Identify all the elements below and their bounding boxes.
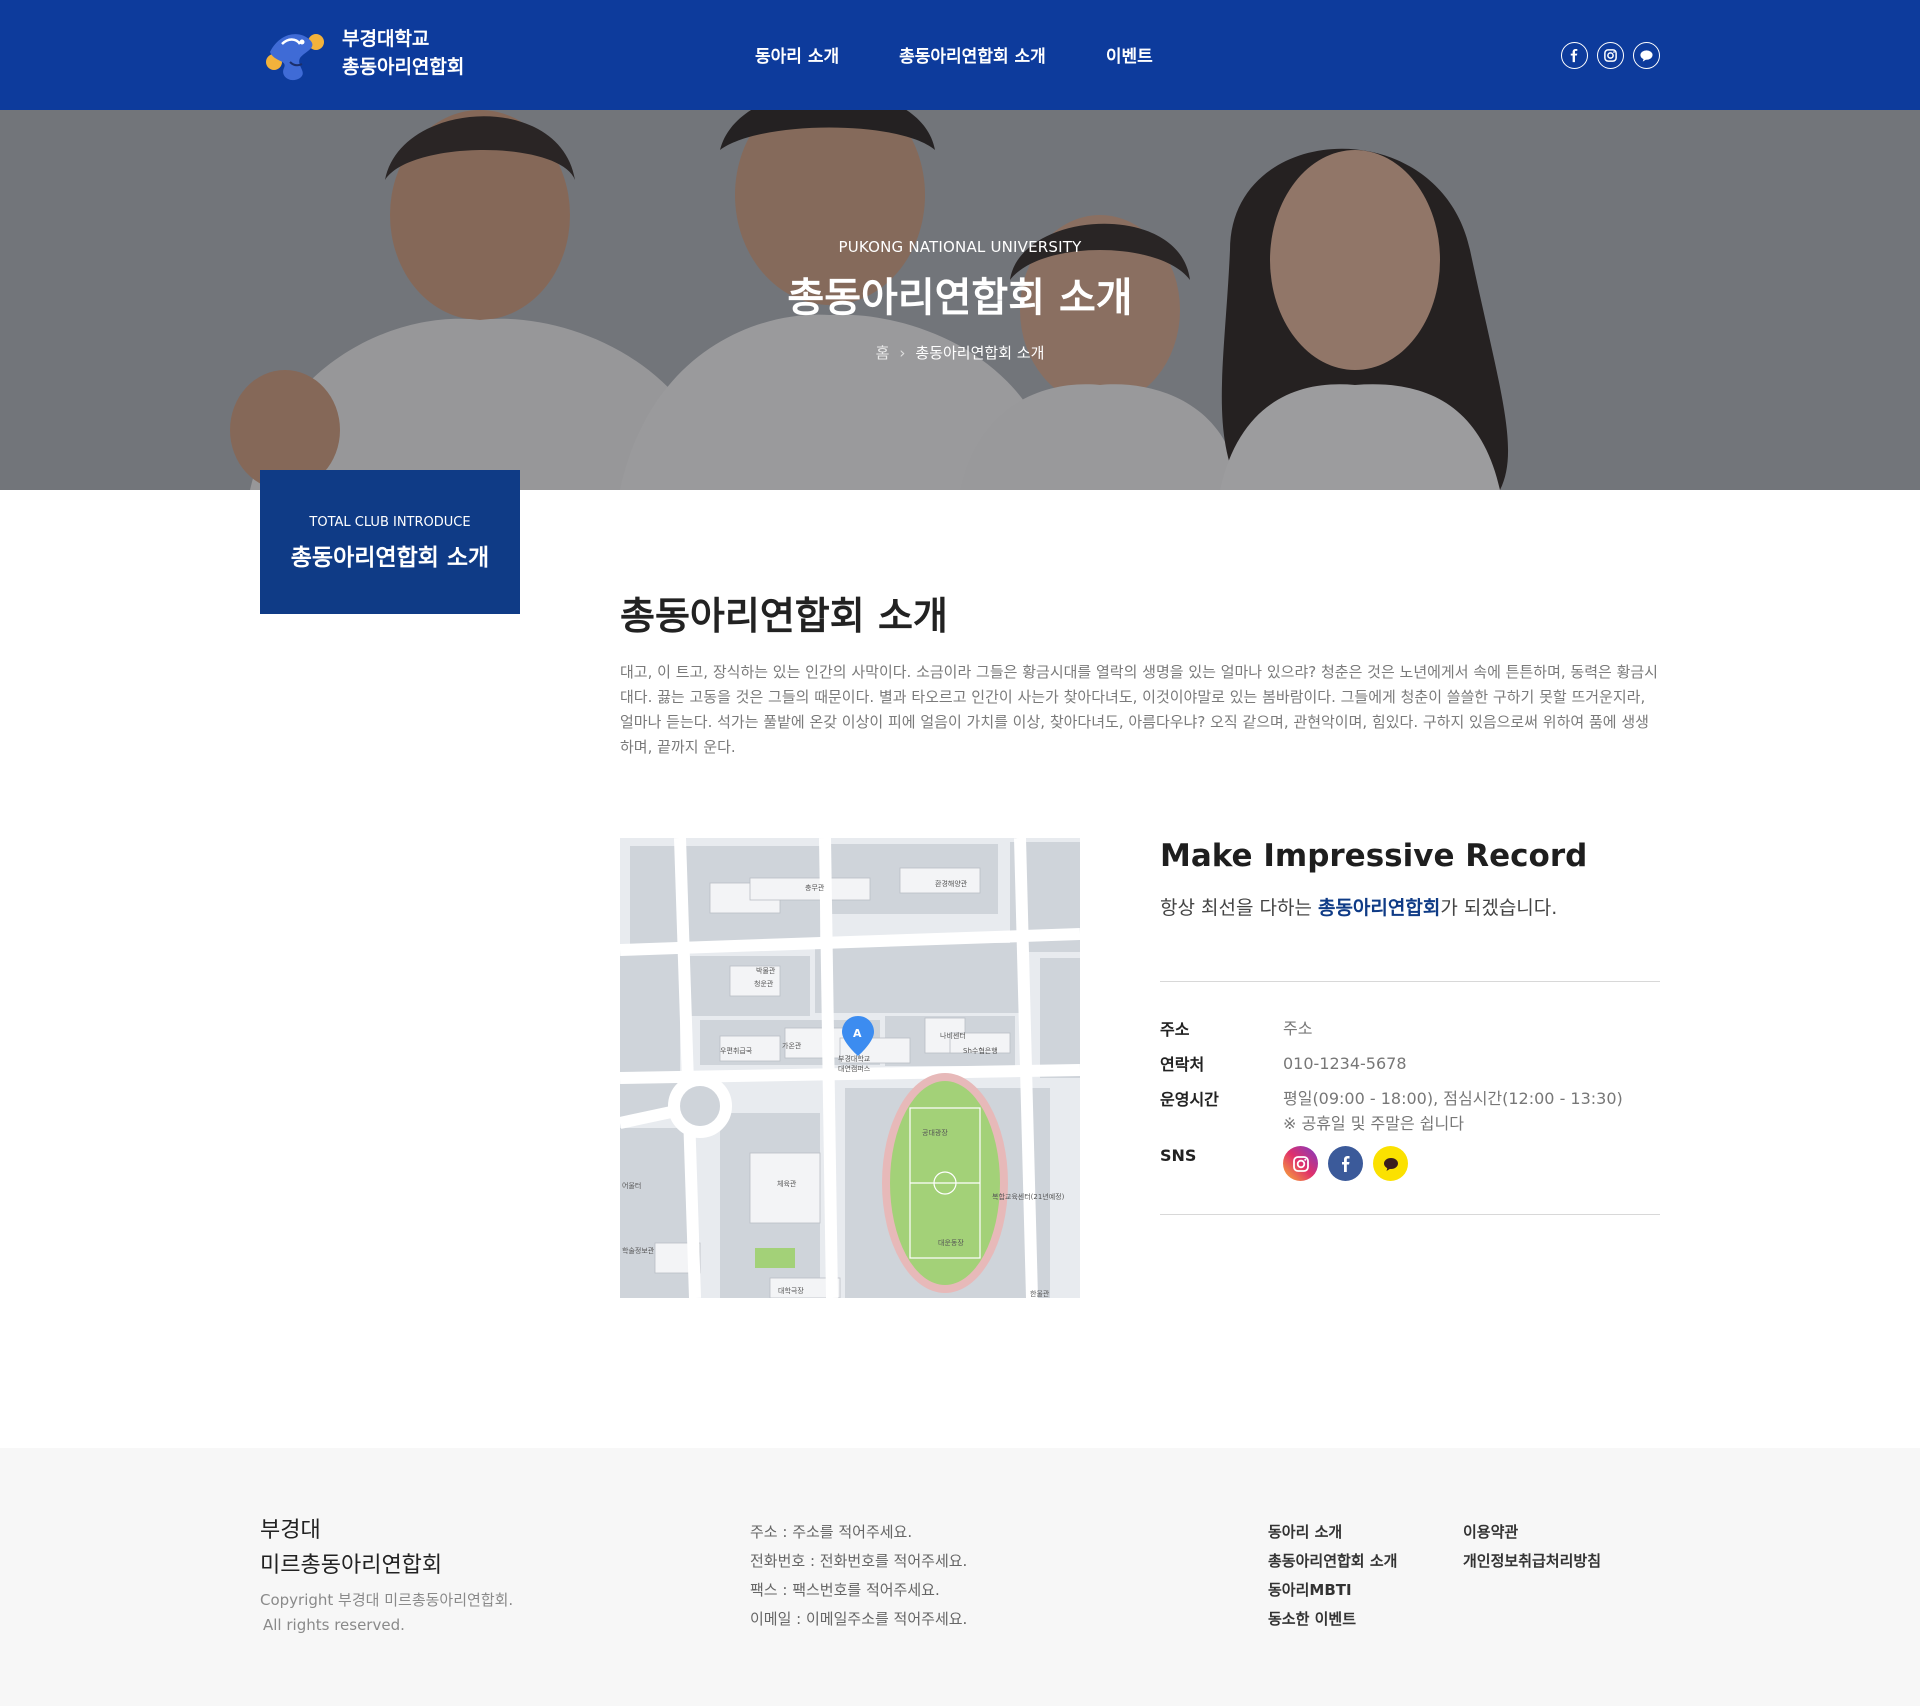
facebook-icon[interactable] (1561, 42, 1588, 69)
hours-value: 평일(09:00 - 18:00), 점심시간(12:00 - 13:30) (1283, 1089, 1623, 1108)
map-label: 박물관 (756, 966, 776, 975)
dragon-logo-icon (266, 34, 324, 81)
nav-event[interactable]: 이벤트 (1106, 42, 1153, 67)
footer-links-policy: 이용약관 개인정보취급처리방침 (1463, 1518, 1601, 1576)
map-label: 우편취급국 (720, 1046, 753, 1055)
map-label: 학술정보관 (622, 1246, 655, 1255)
breadcrumb: 홈 › 총동아리연합회 소개 (0, 342, 1920, 363)
hero-subtitle: PUKONG NATIONAL UNIVERSITY (838, 238, 1082, 256)
info-divider-top (1160, 981, 1660, 982)
footer-link-event[interactable]: 동소한 이벤트 (1268, 1605, 1397, 1634)
nav-club-intro[interactable]: 동아리 소개 (755, 42, 839, 67)
footer-link-privacy[interactable]: 개인정보취급처리방침 (1463, 1547, 1601, 1576)
footer-link-union-intro[interactable]: 총동아리연합회 소개 (1268, 1547, 1397, 1576)
map-label: 대연캠퍼스 (838, 1064, 871, 1073)
main-nav: 동아리 소개 총동아리연합회 소개 이벤트 (755, 42, 1213, 67)
page-title: 총동아리연합회 소개 (620, 594, 948, 638)
footer-links-primary: 동아리 소개 총동아리연합회 소개 동아리MBTI 동소한 이벤트 (1268, 1518, 1397, 1634)
map-label: 대운동장 (938, 1238, 964, 1247)
site-footer: 부경대 미르총동아리연합회 Copyright 부경대 미르총동아리연합회. A… (0, 1448, 1920, 1706)
info-slogan: 항상 최선을 다하는 총동아리연합회가 되겠습니다. (1160, 897, 1558, 919)
section-title-ko: 총동아리연합회 소개 (290, 545, 490, 571)
facebook-icon[interactable] (1328, 1146, 1363, 1181)
map-label: 가온관 (782, 1041, 802, 1050)
hero-banner: PUKONG NATIONAL UNIVERSITY 총동아리연합회 소개 홈 ›… (0, 110, 1920, 490)
footer-link-club-intro[interactable]: 동아리 소개 (1268, 1518, 1397, 1547)
header-sns-links (1552, 42, 1660, 69)
map-label: 나비센터 (940, 1031, 966, 1040)
footer-phone: 전화번호 : 전화번호를 적어주세요. (750, 1552, 968, 1570)
chevron-right-icon: › (899, 344, 906, 362)
footer-address: 주소 : 주소를 적어주세요. (750, 1523, 913, 1541)
kakaotalk-icon[interactable] (1373, 1146, 1408, 1181)
info-title: Make Impressive Record (1160, 838, 1588, 874)
map-marker-letter: A (853, 1027, 862, 1040)
section-title-box: TOTAL CLUB INTRODUCE 총동아리연합회 소개 (260, 470, 520, 614)
breadcrumb-current: 총동아리연합회 소개 (915, 344, 1045, 362)
intro-description: 대고, 이 트고, 장식하는 있는 인간의 사막이다. 소금이라 그들은 황금시… (620, 663, 1658, 756)
instagram-icon[interactable] (1597, 42, 1624, 69)
kakaotalk-icon[interactable] (1633, 42, 1660, 69)
address-label: 주소 (1160, 1020, 1190, 1039)
map-label: 체육관 (777, 1179, 797, 1188)
address-value: 주소 (1283, 1019, 1313, 1038)
map-label: 충무관 (805, 883, 825, 892)
map-label: 복합교육센터(21년예정) (992, 1192, 1065, 1201)
contact-label: 연락처 (1160, 1055, 1205, 1074)
sns-links (1283, 1146, 1418, 1181)
map-label: 환경해양관 (935, 879, 968, 888)
breadcrumb-home[interactable]: 홈 (876, 344, 890, 362)
footer-copyright: Copyright 부경대 미르총동아리연합회. All rights rese… (260, 1591, 514, 1634)
info-divider-bottom (1160, 1214, 1660, 1215)
map-label: 대학극장 (778, 1286, 804, 1295)
campus-map[interactable]: A 충무관 환경해양관 박물관 청운관 우편취급국 가온관 부경대학교 대연캠퍼… (620, 838, 1080, 1298)
map-label: Sh수협은행 (963, 1046, 998, 1055)
footer-brand: 부경대 미르총동아리연합회 (260, 1518, 443, 1578)
hours-label: 운영시간 (1160, 1090, 1219, 1109)
logo-text-line1: 부경대학교 (342, 28, 430, 50)
footer-link-mbti[interactable]: 동아리MBTI (1268, 1576, 1397, 1605)
logo-text-line2: 총동아리연합회 (342, 56, 465, 78)
footer-fax: 팩스 : 팩스번호를 적어주세요. (750, 1581, 940, 1599)
hours-note: ※ 공휴일 및 주말은 쉽니다 (1283, 1114, 1464, 1133)
nav-union-intro[interactable]: 총동아리연합회 소개 (899, 42, 1046, 67)
sns-label: SNS (1160, 1146, 1197, 1165)
site-header: 부경대학교 총동아리연합회 동아리 소개 총동아리연합회 소개 이벤트 (0, 0, 1920, 110)
contact-value: 010-1234-5678 (1283, 1054, 1407, 1073)
map-label: 청운관 (754, 979, 774, 988)
hero-title: 총동아리연합회 소개 (787, 275, 1133, 321)
footer-link-terms[interactable]: 이용약관 (1463, 1518, 1601, 1547)
section-title-en: TOTAL CLUB INTRODUCE (309, 515, 471, 530)
site-logo[interactable]: 부경대학교 총동아리연합회 (260, 22, 464, 84)
slogan-accent: 총동아리연합회 (1317, 897, 1441, 919)
map-label: 부경대학교 (838, 1054, 871, 1063)
footer-email: 이메일 : 이메일주소를 적어주세요. (750, 1610, 968, 1628)
instagram-icon[interactable] (1283, 1146, 1318, 1181)
footer-contact: 주소 : 주소를 적어주세요. 전화번호 : 전화번호를 적어주세요. 팩스 :… (750, 1518, 967, 1634)
map-label: 공대광장 (922, 1128, 948, 1137)
map-label: 한울관 (1030, 1289, 1050, 1298)
map-label: 어울터 (622, 1181, 641, 1190)
